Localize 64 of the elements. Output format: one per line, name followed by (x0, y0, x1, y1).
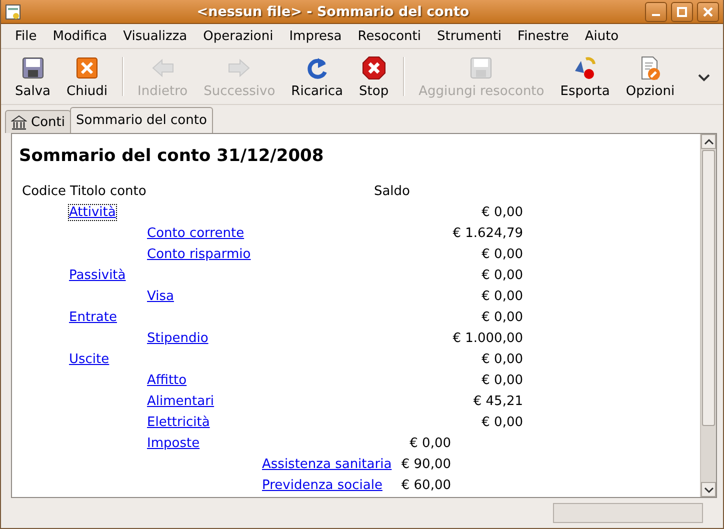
account-link[interactable]: Affitto (147, 373, 187, 388)
account-link[interactable]: Visa (147, 289, 174, 304)
maximize-button[interactable] (671, 2, 693, 22)
account-balance: € 1.000,00 (452, 331, 523, 346)
toolbar-button[interactable]: Esporta (552, 49, 618, 104)
account-balance: € 0,00 (480, 310, 523, 325)
account-balance: € 0,00 (480, 289, 523, 304)
scroll-up-icon (704, 138, 714, 146)
account-link[interactable]: Conto corrente (147, 226, 244, 241)
menu-item[interactable]: Strumenti (428, 28, 510, 44)
scrollbar[interactable] (700, 134, 716, 497)
report-title: Sommario del conto 31/12/2008 (19, 146, 325, 166)
account-link[interactable]: Elettricità (147, 415, 210, 430)
account-link[interactable]: Imposte (147, 436, 200, 451)
stop-icon (360, 54, 387, 80)
window-title: <nessun file> - Sommario del conto (196, 4, 470, 20)
toolbar-button[interactable]: Salva (7, 49, 58, 104)
chevron-down-icon[interactable] (697, 72, 711, 82)
maximize-icon[interactable] (675, 4, 689, 18)
menu-item[interactable]: Operazioni (195, 28, 282, 44)
account-balance: € 0,00 (408, 436, 451, 451)
menu-item[interactable]: Visualizza (115, 28, 196, 44)
menu-item[interactable]: File (7, 28, 45, 44)
account-link[interactable]: Alimentari (147, 394, 214, 409)
menu-item[interactable]: Impresa (281, 28, 350, 44)
account-balance: € 1.624,79 (452, 226, 523, 241)
column-header: Codice (22, 184, 66, 199)
account-balance: € 0,00 (480, 247, 523, 262)
column-header: Titolo conto (70, 184, 146, 199)
scrollbar-thumb[interactable] (702, 150, 715, 426)
minimize-button[interactable] (645, 2, 667, 22)
tab[interactable]: Sommario del conto (70, 107, 213, 133)
close-button[interactable] (697, 2, 719, 22)
account-balance: € 0,00 (480, 268, 523, 283)
scroll-down-icon (704, 486, 714, 494)
toolbar-button[interactable]: Stop (351, 49, 397, 104)
export-icon (572, 54, 598, 80)
account-link[interactable]: Attività (69, 205, 116, 220)
toolbar-button[interactable]: Opzioni (618, 49, 683, 104)
account-link[interactable]: Previdenza sociale (262, 478, 382, 493)
account-link[interactable]: Assistenza sanitaria (262, 457, 392, 472)
account-balance: € 0,00 (480, 415, 523, 430)
tab[interactable]: Conti (5, 110, 71, 133)
account-balance: € 0,00 (480, 205, 523, 220)
account-link[interactable]: Conto risparmio (147, 247, 251, 262)
account-balance: € 60,00 (400, 478, 451, 493)
account-link[interactable]: Entrate (69, 310, 117, 325)
menu-item[interactable]: Resoconti (350, 28, 429, 44)
bank-icon (11, 114, 27, 130)
close-icon (74, 54, 100, 80)
account-balance: € 45,21 (472, 394, 523, 409)
menu-item[interactable]: Finestre (510, 28, 577, 44)
account-balance: € 0,00 (480, 352, 523, 367)
account-balance: € 0,00 (480, 373, 523, 388)
toolbar-button[interactable]: Ricarica (283, 49, 352, 104)
account-link[interactable]: Passività (69, 268, 126, 283)
close-icon[interactable] (701, 4, 715, 18)
app-icon (5, 4, 21, 20)
account-link[interactable]: Stipendio (147, 331, 208, 346)
menu-item[interactable]: Aiuto (576, 28, 627, 44)
column-header: Saldo (374, 184, 410, 199)
toolbar-button[interactable]: Chiudi (58, 49, 116, 104)
menu-item[interactable]: Modifica (44, 28, 116, 44)
account-link[interactable]: Uscite (69, 352, 110, 367)
